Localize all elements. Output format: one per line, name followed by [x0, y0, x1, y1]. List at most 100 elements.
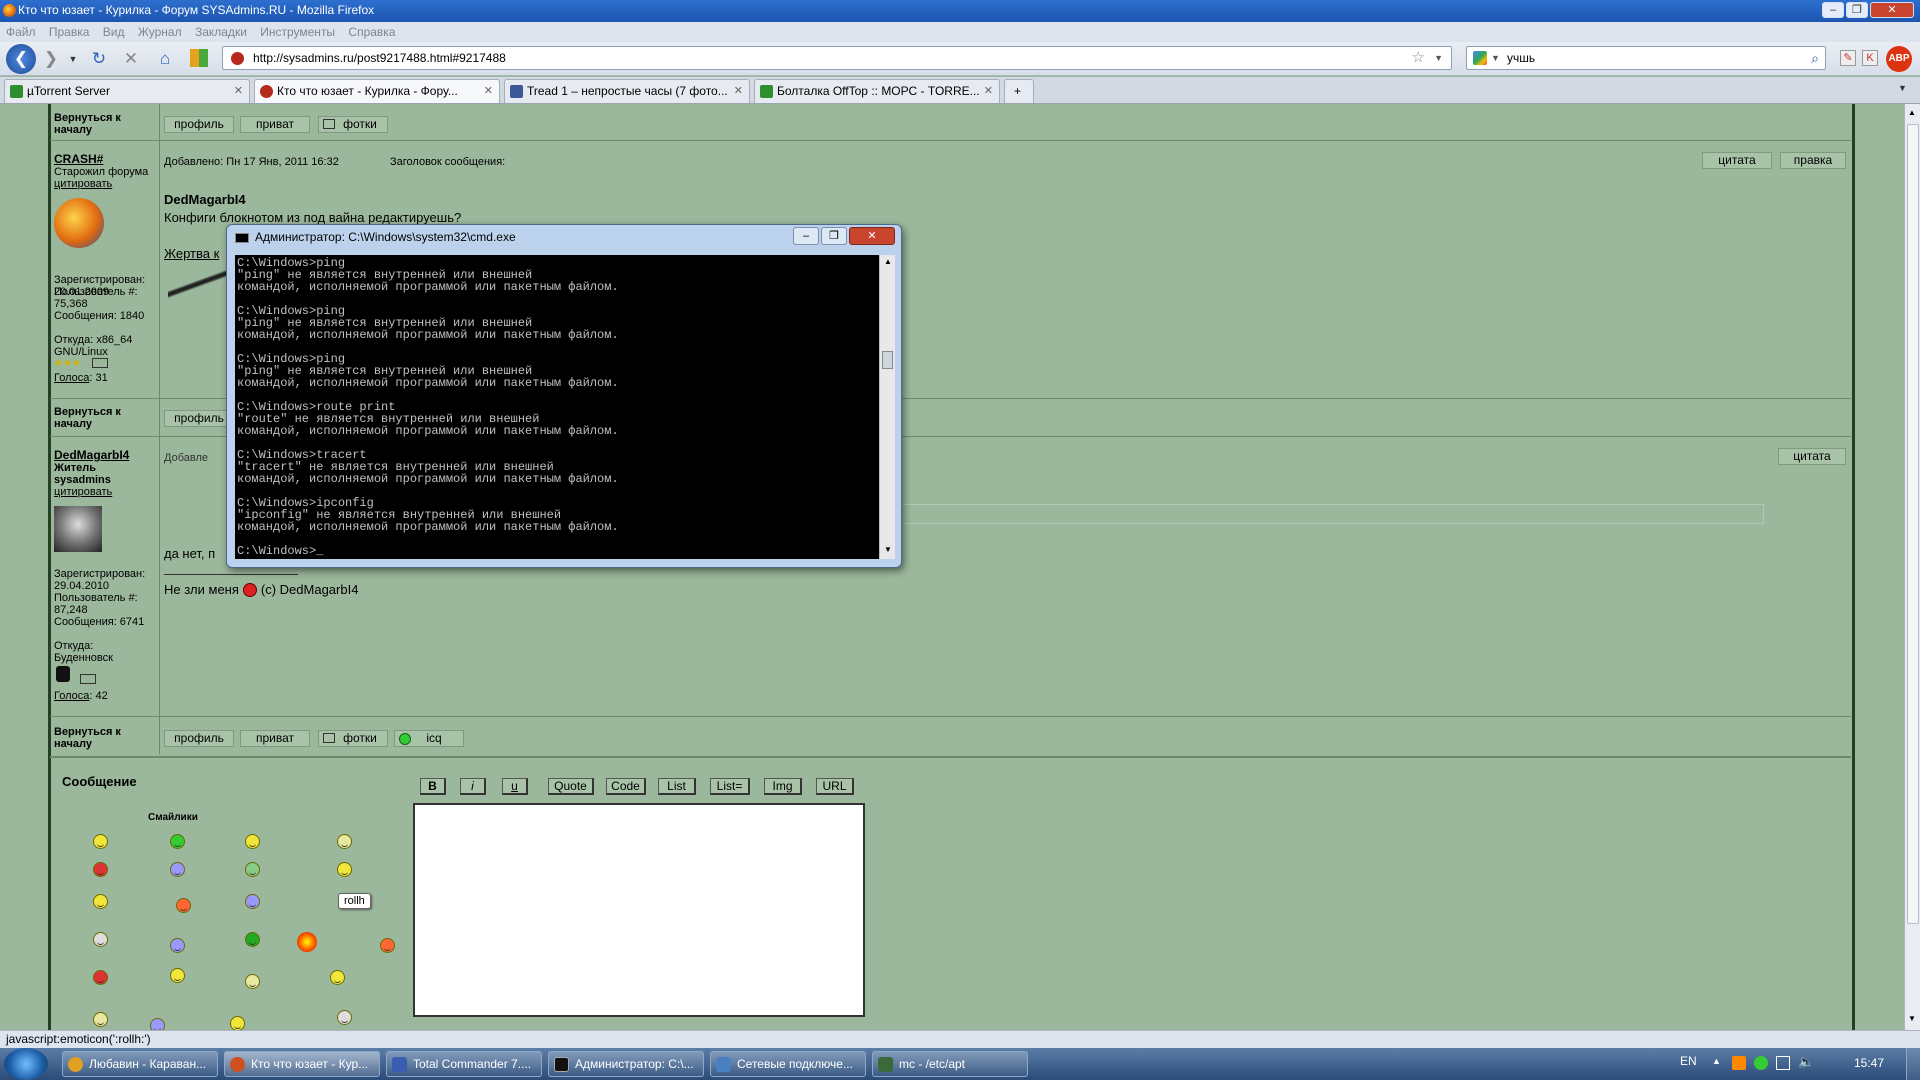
scroll-down-icon[interactable]: ▼ [884, 545, 892, 554]
tab-list-icon[interactable]: ▼ [1898, 83, 1907, 93]
grin-icon[interactable] [170, 834, 185, 849]
cmd-close-button[interactable]: ✕ [849, 227, 895, 245]
message-textarea[interactable] [413, 803, 865, 1017]
start-button[interactable] [4, 1048, 48, 1080]
laugh-icon[interactable] [93, 894, 108, 909]
back-to-top-link[interactable]: Вернуться к началу [54, 406, 154, 430]
page-scroll-thumb[interactable] [1907, 124, 1919, 924]
cmd-maximize-button[interactable]: ❐ [821, 227, 847, 245]
menu-edit[interactable]: Правка [49, 25, 90, 39]
page-scrollbar[interactable]: ▲ ▼ [1904, 104, 1920, 1030]
addon-icon[interactable]: ✎ [1840, 50, 1856, 66]
tab-forum[interactable]: Кто что юзает - Курилка - Фору... ✕ [254, 79, 500, 103]
sick-icon[interactable] [245, 932, 260, 947]
network-tray-icon[interactable] [1776, 1056, 1790, 1070]
minimize-button[interactable]: – [1822, 2, 1844, 18]
typing-icon[interactable] [330, 970, 345, 985]
italic-button[interactable]: i [460, 778, 486, 795]
quote-author-link[interactable]: цитировать [54, 486, 112, 498]
menu-bookmarks[interactable]: Закладки [195, 25, 247, 39]
sleep-icon[interactable] [170, 938, 185, 953]
victory-icon[interactable] [170, 968, 185, 983]
happy-icon[interactable] [245, 834, 260, 849]
gun-icon[interactable] [93, 932, 108, 947]
confused-icon[interactable] [170, 862, 185, 877]
angel-icon[interactable] [93, 1012, 108, 1027]
cmd-scroll-thumb[interactable] [882, 351, 893, 369]
list-tag-button[interactable]: List [658, 778, 696, 795]
forward-button[interactable]: ❯ [40, 48, 62, 70]
adblock-icon[interactable]: ABP [1886, 46, 1912, 72]
computer-icon[interactable] [245, 974, 260, 989]
scroll-up-icon[interactable]: ▲ [1908, 108, 1916, 117]
window-titlebar[interactable]: Кто что юзает - Курилка - Форум SYSAdmin… [0, 0, 1920, 22]
close-tab-icon[interactable]: ✕ [234, 80, 243, 102]
votes-link[interactable]: Голоса [54, 372, 89, 384]
icq-button[interactable]: icq [394, 730, 464, 747]
menu-help[interactable]: Справка [348, 25, 395, 39]
addon-k-icon[interactable]: K [1862, 50, 1878, 66]
clock[interactable]: 15:47 [1854, 1056, 1884, 1070]
signature-link[interactable]: Жертва к [164, 246, 219, 261]
icq-tray-icon[interactable] [1754, 1056, 1768, 1070]
home-icon[interactable]: ⌂ [154, 48, 176, 70]
close-tab-icon[interactable]: ✕ [984, 80, 993, 102]
photos-button[interactable]: фотки [318, 730, 388, 747]
volume-icon[interactable]: 🔈 [1798, 1054, 1814, 1070]
taskbar-item-network[interactable]: Сетевые подключе... [710, 1051, 866, 1077]
tray-expand-icon[interactable]: ▲ [1712, 1056, 1721, 1066]
mad-icon[interactable] [93, 970, 108, 985]
maximize-button[interactable]: ❐ [1846, 2, 1868, 18]
code-tag-button[interactable]: Code [606, 778, 646, 795]
img-tag-button[interactable]: Img [764, 778, 802, 795]
wink-icon[interactable] [337, 834, 352, 849]
smile-icon[interactable] [93, 834, 108, 849]
url-dropdown-icon[interactable]: ▼ [1434, 47, 1443, 69]
tab-tread[interactable]: Tread 1 – непростые часы (7 фото... ✕ [504, 79, 750, 103]
photos-button[interactable]: фотки [318, 116, 388, 133]
cmd-scrollbar[interactable]: ▲ ▼ [879, 255, 895, 559]
shout-icon[interactable] [176, 898, 191, 913]
back-to-top-link[interactable]: Вернуться к началу [54, 112, 154, 136]
edit-button[interactable]: правка [1780, 152, 1846, 169]
search-bar[interactable]: ▼ учшь ⌕ [1466, 46, 1826, 70]
google-icon[interactable] [1473, 51, 1487, 65]
taskbar-item-music[interactable]: Любавин - Караван... [62, 1051, 218, 1077]
close-tab-icon[interactable]: ✕ [734, 80, 743, 102]
scroll-up-icon[interactable]: ▲ [884, 257, 892, 266]
crowd-icon[interactable] [337, 1010, 352, 1025]
ordered-list-tag-button[interactable]: List= [710, 778, 750, 795]
profile-button[interactable]: профиль [164, 730, 234, 747]
cmd-console[interactable]: C:\Windows>ping "ping" не является внутр… [235, 255, 879, 559]
show-desktop-button[interactable] [1906, 1048, 1920, 1080]
search-icon[interactable]: ⌕ [1811, 47, 1819, 69]
reload-icon[interactable]: ↻ [88, 48, 110, 70]
url-bar[interactable]: http://sysadmins.ru/post9217488.html#921… [222, 46, 1452, 70]
cmd-window[interactable]: Администратор: C:\Windows\system32\cmd.e… [226, 224, 902, 568]
post-author-crash[interactable]: CRASH# [54, 152, 103, 166]
history-dropdown-icon[interactable]: ▼ [62, 48, 84, 70]
new-tab-button[interactable]: + [1004, 79, 1034, 103]
eek-icon[interactable] [245, 894, 260, 909]
post-author-dedmagarbi4[interactable]: DedMagarbI4 [54, 448, 129, 462]
taskbar-item-mc[interactable]: mc - /etc/apt [872, 1051, 1028, 1077]
profile-button[interactable]: профиль [164, 410, 234, 427]
quote-tag-button[interactable]: Quote [548, 778, 594, 795]
private-button[interactable]: приват [240, 730, 310, 747]
cool-icon[interactable] [245, 862, 260, 877]
angry-icon[interactable] [93, 862, 108, 877]
back-to-top-link[interactable]: Вернуться к началу [54, 726, 154, 750]
dance-icon[interactable] [337, 862, 352, 877]
engine-dropdown-icon[interactable]: ▼ [1491, 47, 1500, 69]
menu-view[interactable]: Вид [103, 25, 125, 39]
taskbar-item-totalcommander[interactable]: Total Commander 7.... [386, 1051, 542, 1077]
bold-button[interactable]: B [420, 778, 446, 795]
menu-file[interactable]: Файл [6, 25, 36, 39]
quote-author-link[interactable]: цитировать [54, 178, 112, 190]
url-tag-button[interactable]: URL [816, 778, 854, 795]
group-icon[interactable] [230, 1016, 245, 1031]
quote-button[interactable]: цитата [1702, 152, 1772, 169]
language-indicator[interactable]: EN [1680, 1054, 1697, 1068]
private-button[interactable]: приват [240, 116, 310, 133]
back-button[interactable]: ❮ [6, 44, 36, 74]
